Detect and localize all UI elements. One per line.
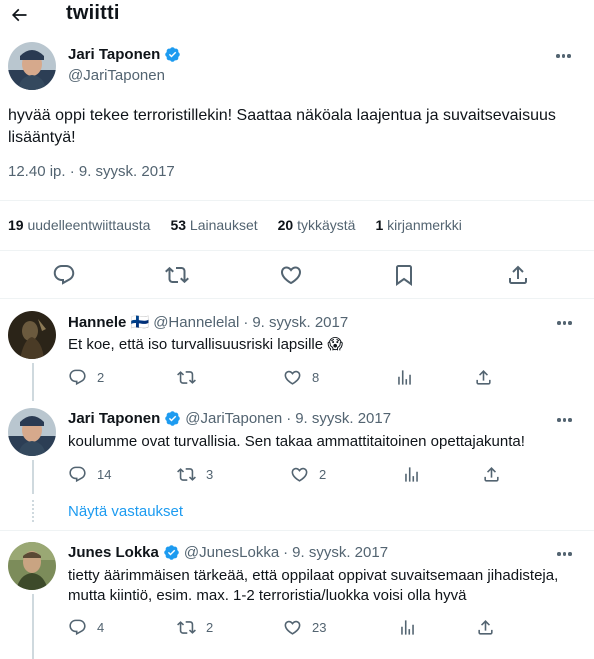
author-name[interactable]: Junes Lokka xyxy=(68,544,180,561)
main-tweet-author: Jari Taponen @JariTaponen xyxy=(8,40,588,96)
thread-line xyxy=(32,460,34,494)
reply-tweet[interactable]: Jari Taponen @JariTaponen · 9. syysk. 20… xyxy=(0,408,594,498)
author-handle[interactable]: @JunesLokka xyxy=(184,544,279,561)
back-button[interactable] xyxy=(6,2,32,28)
retweet-icon[interactable] xyxy=(165,263,189,287)
divider xyxy=(0,298,594,299)
tweet-actions xyxy=(0,263,594,287)
thread-dots xyxy=(32,500,34,522)
reply-tweet[interactable]: Hannele 🇫🇮 @Hannelelal · 9. syysk. 2017 … xyxy=(0,311,594,395)
retweets-stat[interactable]: 19 uudelleentwiittausta xyxy=(8,217,150,233)
thread-line xyxy=(32,363,34,401)
avatar[interactable] xyxy=(8,408,56,456)
reply-icon[interactable] xyxy=(52,263,76,287)
share-button[interactable] xyxy=(476,618,495,637)
tweet-text: hyvää oppi tekee terroristillekin! Saatt… xyxy=(8,107,556,146)
top-bar: twiitti xyxy=(0,0,594,30)
avatar[interactable] xyxy=(8,542,56,590)
reply-button[interactable]: 2 xyxy=(68,368,104,387)
like-icon xyxy=(284,620,301,635)
author-name[interactable]: Hannele 🇫🇮 xyxy=(68,313,149,331)
analytics-icon xyxy=(401,620,414,635)
author-name[interactable]: Jari Taponen xyxy=(68,410,181,427)
page-title: twiitti xyxy=(66,2,120,24)
thread-line xyxy=(32,594,34,659)
reply-actions: 2 8 xyxy=(0,368,594,388)
author-handle[interactable]: @JariTaponen xyxy=(185,410,282,427)
share-button[interactable] xyxy=(474,368,493,387)
like-icon[interactable] xyxy=(279,263,303,287)
reply-actions: 4 2 23 xyxy=(0,618,594,638)
reply-icon xyxy=(69,369,86,386)
reply-header: Junes Lokka @JunesLokka · 9. syysk. 2017 xyxy=(68,544,389,561)
reply-date[interactable]: 9. syysk. 2017 xyxy=(252,314,348,331)
more-options-button[interactable] xyxy=(557,418,572,422)
like-icon xyxy=(291,467,308,482)
reply-icon xyxy=(69,466,86,483)
views-button[interactable] xyxy=(402,465,421,484)
analytics-icon xyxy=(398,370,411,385)
share-icon xyxy=(484,467,499,482)
divider xyxy=(0,530,594,531)
retweet-icon xyxy=(177,621,196,634)
share-icon[interactable] xyxy=(506,263,530,287)
retweet-icon xyxy=(177,468,196,481)
divider xyxy=(0,250,594,251)
analytics-icon xyxy=(405,467,418,482)
reply-button[interactable]: 4 xyxy=(68,618,104,637)
more-options-button[interactable] xyxy=(557,552,572,556)
verified-badge-icon xyxy=(165,411,181,426)
views-button[interactable] xyxy=(395,368,414,387)
author-handle[interactable]: @Hannelelal xyxy=(153,314,239,331)
more-options-button[interactable] xyxy=(557,321,572,325)
retweet-button[interactable] xyxy=(177,368,206,387)
verified-badge-icon xyxy=(165,47,181,62)
tweet-timestamp[interactable]: 12.40 ip. · 9. syysk. 2017 xyxy=(8,163,175,180)
like-button[interactable]: 23 xyxy=(283,618,326,637)
reply-text: tietty äärimmäisen tärkeää, että oppilaa… xyxy=(68,567,559,604)
reply-header: Hannele 🇫🇮 @Hannelelal · 9. syysk. 2017 xyxy=(68,313,349,332)
reply-date[interactable]: 9. syysk. 2017 xyxy=(292,544,388,561)
arrow-left-icon xyxy=(11,8,27,22)
share-icon xyxy=(478,620,493,635)
author-name[interactable]: Jari Taponen xyxy=(68,46,181,63)
quotes-stat[interactable]: 53 Lainaukset xyxy=(170,217,257,233)
avatar[interactable] xyxy=(8,42,56,90)
views-button[interactable] xyxy=(398,618,417,637)
retweet-button[interactable]: 3 xyxy=(177,465,213,484)
bookmarks-stat[interactable]: 1 kirjanmerkki xyxy=(375,217,461,233)
reply-text: koulumme ovat turvallisia. Sen takaa amm… xyxy=(68,433,525,450)
bookmark-icon[interactable] xyxy=(392,263,416,287)
reply-date[interactable]: 9. syysk. 2017 xyxy=(295,410,391,427)
reply-actions: 14 3 2 xyxy=(0,465,594,485)
reply-tweet[interactable]: Junes Lokka @JunesLokka · 9. syysk. 2017… xyxy=(0,542,594,652)
avatar[interactable] xyxy=(8,311,56,359)
retweet-icon xyxy=(177,371,196,384)
share-icon xyxy=(476,370,491,385)
reply-button[interactable]: 14 xyxy=(68,465,111,484)
tweet-stats: 19 uudelleentwiittausta 53 Lainaukset 20… xyxy=(8,217,482,233)
verified-badge-icon xyxy=(164,545,179,560)
like-icon xyxy=(284,370,301,385)
retweet-button[interactable]: 2 xyxy=(177,618,213,637)
likes-stat[interactable]: 20 tykkäystä xyxy=(278,217,356,233)
author-handle[interactable]: @JariTaponen xyxy=(68,67,165,84)
share-button[interactable] xyxy=(482,465,501,484)
reply-icon xyxy=(69,619,86,636)
divider xyxy=(0,200,594,201)
like-button[interactable]: 8 xyxy=(283,368,319,387)
like-button[interactable]: 2 xyxy=(290,465,326,484)
show-replies-link[interactable]: Näytä vastaukset xyxy=(68,503,183,520)
more-options-button[interactable] xyxy=(556,54,571,58)
reply-text: Et koe, että iso turvallisuusriski lapsi… xyxy=(68,336,343,353)
reply-header: Jari Taponen @JariTaponen · 9. syysk. 20… xyxy=(68,410,392,427)
